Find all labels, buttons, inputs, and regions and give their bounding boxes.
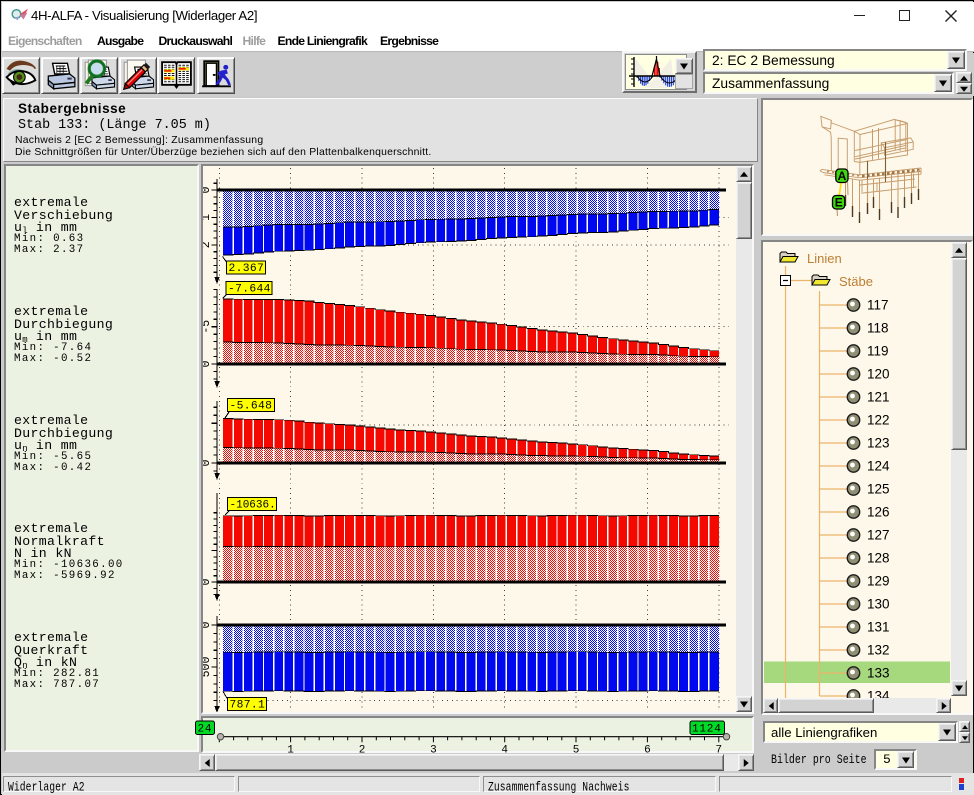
svg-text:0: 0: [203, 186, 213, 193]
svg-text:120: 120: [867, 367, 890, 382]
svg-text:1124: 1124: [692, 724, 722, 736]
svg-text:125: 125: [867, 482, 890, 497]
svg-text:-5: -5: [203, 320, 213, 334]
svg-text:134: 134: [867, 689, 890, 699]
svg-text:131: 131: [867, 620, 890, 635]
svg-text:0: 0: [203, 621, 213, 628]
svg-text:133: 133: [867, 666, 890, 681]
svg-text:1: 1: [287, 745, 294, 753]
svg-text:130: 130: [867, 597, 890, 612]
svg-text:Linien: Linien: [807, 251, 842, 266]
svg-text:124: 124: [867, 459, 890, 474]
svg-text:-10636.: -10636.: [230, 500, 276, 512]
svg-text:A: A: [838, 169, 847, 183]
svg-text:Stäbe: Stäbe: [839, 274, 873, 289]
svg-text:127: 127: [867, 528, 890, 543]
svg-text:0: 0: [203, 459, 213, 466]
svg-text:2: 2: [359, 745, 366, 753]
svg-text:7: 7: [715, 745, 722, 753]
svg-text:500: 500: [203, 657, 213, 678]
svg-text:126: 126: [867, 505, 890, 520]
svg-text:2.367: 2.367: [229, 263, 265, 275]
svg-text:2: 2: [203, 241, 213, 248]
svg-text:119: 119: [867, 344, 889, 359]
svg-text:E: E: [835, 195, 843, 209]
svg-text:0: 0: [203, 360, 213, 367]
svg-text:117: 117: [867, 298, 889, 313]
svg-text:4: 4: [501, 745, 508, 753]
svg-text:129: 129: [867, 574, 890, 589]
svg-text:118: 118: [867, 321, 889, 336]
svg-text:132: 132: [867, 643, 890, 658]
svg-text:5: 5: [573, 745, 580, 753]
svg-text:3: 3: [430, 745, 437, 753]
svg-text:121: 121: [867, 390, 890, 405]
svg-text:123: 123: [867, 436, 890, 451]
svg-text:1: 1: [203, 214, 213, 221]
svg-text:787.1: 787.1: [230, 700, 266, 712]
svg-text:122: 122: [867, 413, 890, 428]
svg-text:0: 0: [203, 578, 213, 585]
svg-text:6: 6: [644, 745, 651, 753]
svg-text:-5.648: -5.648: [230, 401, 273, 413]
svg-text:-7.644: -7.644: [228, 284, 271, 296]
svg-text:24: 24: [198, 724, 213, 736]
svg-text:128: 128: [867, 551, 890, 566]
